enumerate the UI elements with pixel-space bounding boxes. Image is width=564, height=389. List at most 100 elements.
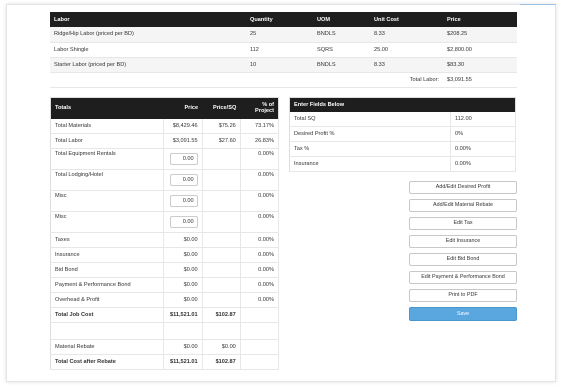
- table-row: Insurance 0.00%: [289, 156, 516, 172]
- totals-col-header-price-sq: Price/SQ: [202, 97, 241, 119]
- add-edit-desired-profit-button[interactable]: Add/Edit Desired Profit: [409, 181, 517, 194]
- field-value: 112.00: [450, 111, 516, 127]
- spacer-cell: [240, 322, 280, 340]
- totals-price-sq: [202, 292, 241, 308]
- edit-tax-button[interactable]: Edit Tax: [409, 217, 517, 230]
- labor-cell: BNDLS: [313, 57, 370, 73]
- totals-price-sq: $0.00: [202, 339, 241, 355]
- totals-percent: [240, 354, 280, 370]
- table-row: Misc 0.00 0.00%: [50, 211, 280, 233]
- totals-percent: [240, 339, 280, 355]
- totals-price: $0.00: [163, 262, 203, 278]
- totals-price-cell: 0.00: [163, 169, 203, 191]
- totals-label: Payment & Performance Bond: [50, 277, 165, 293]
- misc-input-1[interactable]: 0.00: [169, 195, 198, 207]
- totals-price-sq: [202, 169, 241, 191]
- table-row: Total Lodging/Hotel 0.00 0.00%: [50, 169, 280, 191]
- totals-percent: 0.00%: [240, 211, 280, 233]
- labor-header-row: Labor Quantity UOM Unit Cost Price: [50, 12, 517, 27]
- spacer-cell: [50, 322, 165, 340]
- totals-price-sq: [202, 247, 241, 263]
- totals-percent: 0.00%: [240, 232, 280, 248]
- totals-price: $0.00: [163, 232, 203, 248]
- totals-price: $11,521.01: [163, 354, 203, 370]
- totals-label: Total Equipment Rentals: [50, 148, 165, 170]
- save-button[interactable]: Save: [409, 307, 517, 321]
- table-row: Material Rebate $0.00 $0.00: [50, 339, 280, 355]
- totals-price-sq: [202, 190, 241, 212]
- totals-percent: 0.00%: [240, 148, 280, 170]
- totals-price: $11,521.01: [163, 307, 203, 323]
- labor-col-header-price: Price: [443, 12, 517, 27]
- table-row: Labor Shingle 112 SQRS 25.00 $2,800.00: [50, 42, 517, 58]
- totals-table: Totals Price Price/SQ % of Project Total…: [50, 97, 280, 370]
- totals-price-cell: 0.00: [163, 211, 203, 233]
- totals-price: $0.00: [163, 339, 203, 355]
- labor-col-header-labor: Labor: [50, 12, 246, 27]
- totals-label: Material Rebate: [50, 339, 165, 355]
- table-row: Total Job Cost $11,521.01 $102.87: [50, 307, 280, 323]
- totals-col-header-percent: % of Project: [240, 97, 279, 119]
- field-label: Tax %: [289, 141, 451, 157]
- totals-price-sq: $102.87: [202, 354, 241, 370]
- totals-label: Taxes: [50, 232, 165, 248]
- totals-percent: 73.17%: [240, 118, 280, 134]
- table-row: Total Equipment Rentals 0.00 0.00%: [50, 148, 280, 170]
- misc-input-2[interactable]: 0.00: [169, 216, 198, 228]
- totals-percent: 0.00%: [240, 247, 280, 263]
- table-row: Total Materials $8,429.46 $75.26 73.17%: [50, 118, 280, 134]
- totals-percent: 0.00%: [240, 190, 280, 212]
- field-value: 0%: [450, 126, 516, 142]
- totals-price-sq: [202, 232, 241, 248]
- table-row: Total SQ 112.00: [289, 111, 516, 127]
- table-row: Bid Bond $0.00 0.00%: [50, 262, 280, 278]
- edit-bid-bond-button[interactable]: Edit Bid Bond: [409, 253, 517, 266]
- totals-price-sq: $27.60: [202, 133, 241, 149]
- fields-header: Enter Fields Below: [289, 97, 516, 112]
- totals-price: $0.00: [163, 292, 203, 308]
- table-row: Misc 0.00 0.00%: [50, 190, 280, 212]
- totals-label: Total Job Cost: [50, 307, 165, 323]
- totals-price-sq: $102.87: [202, 307, 241, 323]
- equipment-rentals-input[interactable]: 0.00: [169, 153, 198, 165]
- totals-price-sq: [202, 277, 241, 293]
- field-label: Insurance: [289, 156, 451, 172]
- fields-header-row: Enter Fields Below: [289, 97, 516, 112]
- print-to-pdf-button[interactable]: Print to PDF: [409, 289, 517, 302]
- totals-price: $0.00: [163, 247, 203, 263]
- totals-price-cell: 0.00: [163, 190, 203, 212]
- labor-cell: 10: [246, 57, 313, 73]
- labor-total-row: Total Labor: $3,091.55: [50, 72, 517, 88]
- fields-table: Enter Fields Below Total SQ 112.00 Desir…: [289, 97, 516, 172]
- totals-percent: 0.00%: [240, 277, 280, 293]
- table-row: Tax % 0.00%: [289, 141, 516, 157]
- table-row: Payment & Performance Bond $0.00 0.00%: [50, 277, 280, 293]
- labor-cell: Starter Labor (priced per BD): [50, 57, 246, 73]
- totals-percent: [240, 307, 280, 323]
- table-row: Starter Labor (priced per BD) 10 BNDLS 8…: [50, 57, 517, 73]
- table-row: Insurance $0.00 0.00%: [50, 247, 280, 263]
- labor-cell: 8.33: [370, 57, 443, 73]
- edit-insurance-button[interactable]: Edit Insurance: [409, 235, 517, 248]
- labor-col-header-quantity: Quantity: [246, 12, 313, 27]
- totals-label: Overhead & Profit: [50, 292, 165, 308]
- total-labor-label: Total Labor:: [50, 72, 443, 88]
- labor-cell: Labor Shingle: [50, 42, 246, 58]
- totals-percent: 0.00%: [240, 169, 280, 191]
- field-label: Total SQ: [289, 111, 451, 127]
- totals-label: Bid Bond: [50, 262, 165, 278]
- add-edit-material-rebate-button[interactable]: Add/Edit Material Rebate: [409, 199, 517, 212]
- totals-percent: 0.00%: [240, 262, 280, 278]
- labor-cell: 25.00: [370, 42, 443, 58]
- total-labor-value: $3,091.55: [443, 72, 517, 88]
- table-row: Ridge/Hip Labor (priced per BD) 25 BNDLS…: [50, 27, 517, 43]
- totals-price: $8,429.46: [163, 118, 203, 134]
- field-value: 0.00%: [450, 141, 516, 157]
- labor-table: Labor Quantity UOM Unit Cost Price Ridge…: [50, 12, 517, 88]
- labor-cell: Ridge/Hip Labor (priced per BD): [50, 27, 246, 43]
- totals-label: Total Cost after Rebate: [50, 354, 165, 370]
- totals-price-cell: 0.00: [163, 148, 203, 170]
- edit-payment-performance-bond-button[interactable]: Edit Payment & Performance Bond: [409, 271, 517, 284]
- spacer-cell: [163, 322, 203, 340]
- lodging-hotel-input[interactable]: 0.00: [169, 174, 198, 186]
